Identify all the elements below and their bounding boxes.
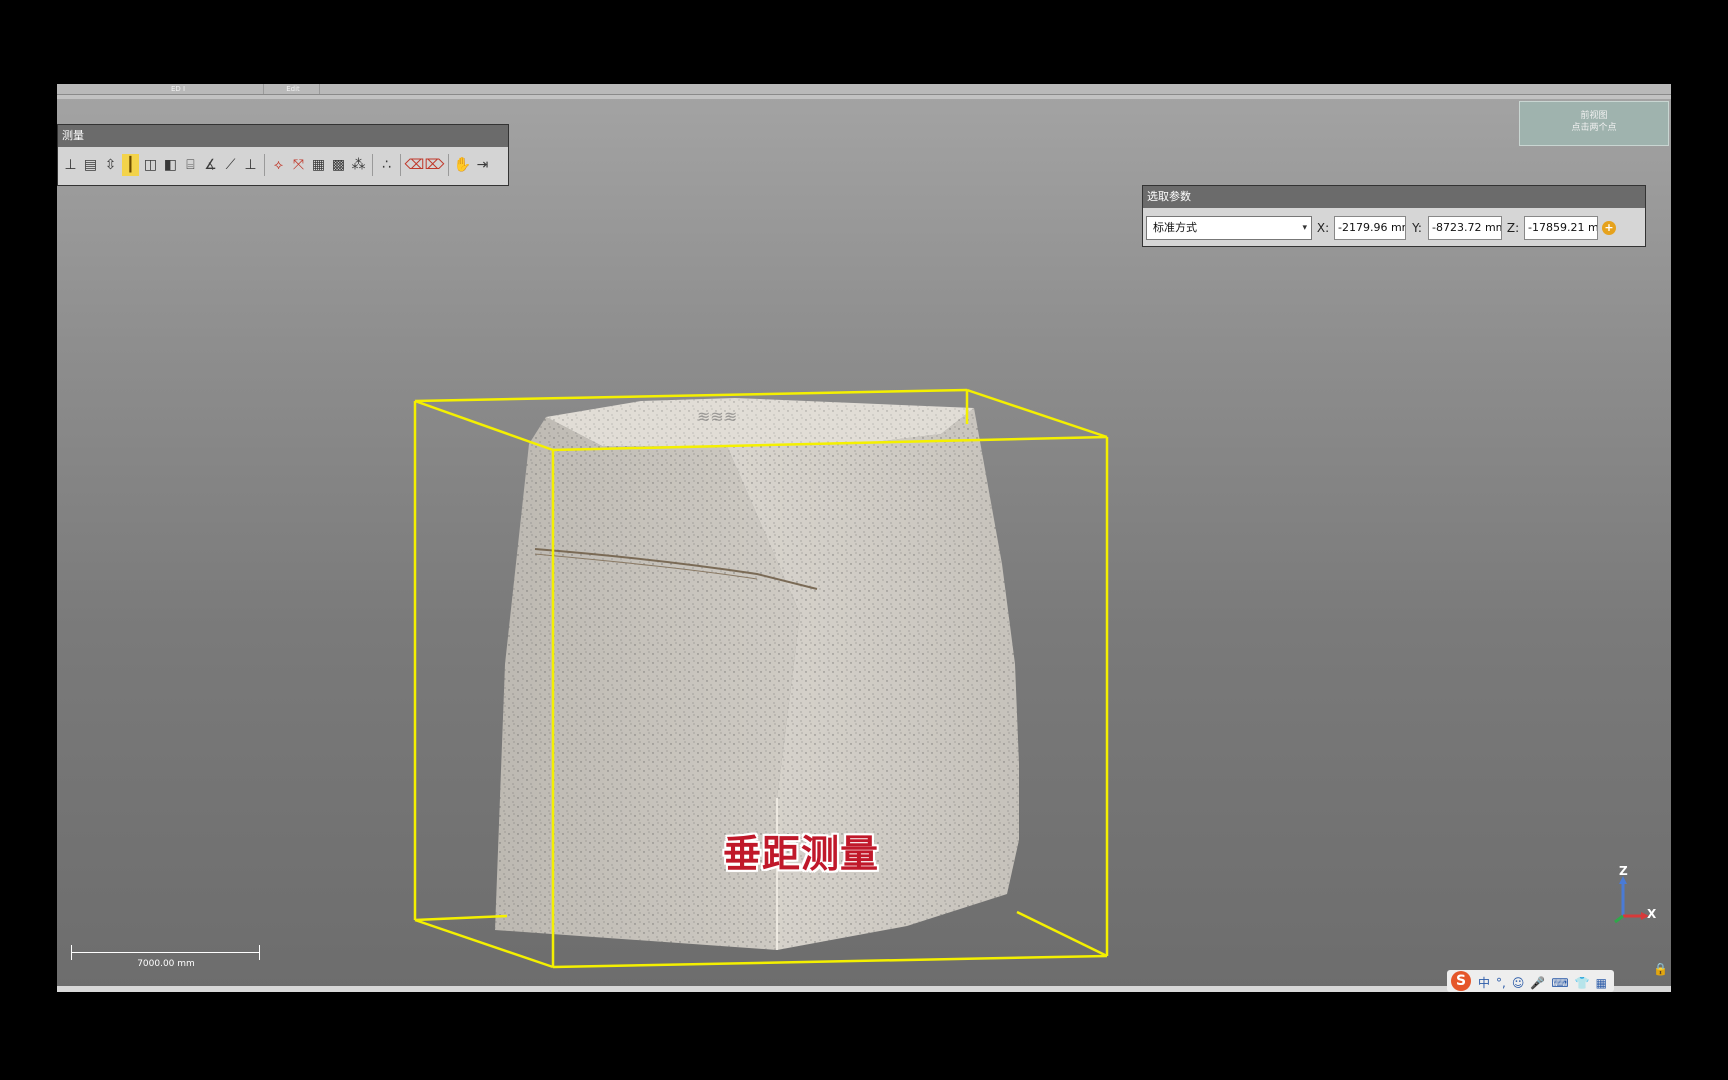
measure-toolbar: 测量 ⊥ ▤ ⇳ ┃ ◫ ◧ ⌸ ∡ ⟋ ⊥ ⟡ ⤧ ▦ ▩ ⁂ ∴ ⌫ ⌦ ✋ ⇥ (57, 124, 509, 186)
scale-bar: 7000.00 mm (71, 942, 261, 972)
view-hint-box[interactable]: 前视图 点击两个点 (1519, 101, 1669, 146)
line-pick-icon[interactable]: ⤧ (290, 154, 307, 176)
ime-item-1[interactable]: °, (1496, 976, 1506, 990)
profile-icon[interactable]: ⌸ (182, 154, 199, 176)
view-hint-line1: 前视图 (1580, 111, 1608, 121)
measure-tool-row: ⊥ ▤ ⇳ ┃ ◫ ◧ ⌸ ∡ ⟋ ⊥ ⟡ ⤧ ▦ ▩ ⁂ ∴ ⌫ ⌦ ✋ ⇥ (62, 150, 494, 180)
vertical-distance-icon[interactable]: ┃ (122, 154, 139, 176)
z-coord-field[interactable]: -17859.21 mm (1524, 216, 1598, 240)
axis-gizmo: Z X (1597, 864, 1657, 924)
pick-mode-value: 标准方式 (1153, 221, 1197, 234)
x-coord-field[interactable]: -2179.96 mm (1334, 216, 1406, 240)
node-edit-icon[interactable]: ⁂ (350, 154, 367, 176)
select-params-panel: 选取参数 标准方式 ▾ X: -2179.96 mm Y: -8723.72 m… (1142, 185, 1646, 247)
video-caption: 垂距测量 (723, 832, 880, 876)
ime-item-4[interactable]: ⌨ (1551, 976, 1568, 990)
slope-icon[interactable]: ⟋ (222, 154, 239, 176)
chevron-down-icon: ▾ (1302, 223, 1307, 233)
z-label: Z: (1506, 221, 1520, 235)
x-label: X: (1316, 221, 1330, 235)
grid-fill-icon[interactable]: ▩ (330, 154, 347, 176)
eraser-icon[interactable]: ⌫ (405, 154, 425, 176)
ime-item-5[interactable]: 👕 (1575, 976, 1590, 990)
toolbar-separator (372, 154, 373, 176)
ime-item-6[interactable]: ▦ (1596, 976, 1607, 990)
area-icon[interactable]: ◫ (142, 154, 159, 176)
ime-item-0[interactable]: 中 (1478, 976, 1490, 990)
axis-x-label: X (1647, 907, 1657, 921)
toolbar-separator (400, 154, 401, 176)
distance-icon[interactable]: ▤ (82, 154, 99, 176)
hand-icon[interactable]: ✋ (454, 154, 471, 176)
volume-icon[interactable]: ◧ (162, 154, 179, 176)
ime-item-2[interactable]: ☺ (1512, 976, 1525, 990)
grid-measure-icon[interactable]: ▦ (310, 154, 327, 176)
point-pick-icon[interactable]: ⟡ (270, 154, 287, 176)
ime-toolbar[interactable]: S 中 °, ☺ 🎤 ⌨ 👕 ▦ (1447, 970, 1614, 992)
angle-icon[interactable]: ∡ (202, 154, 219, 176)
point-measure-icon[interactable]: ⊥ (62, 154, 79, 176)
scatter-icon[interactable]: ∴ (378, 154, 395, 176)
select-params-title: 选取参数 (1143, 186, 1645, 208)
pick-point-button[interactable]: + (1602, 221, 1616, 235)
toolbar-separator (448, 154, 449, 176)
ime-items: 中 °, ☺ 🎤 ⌨ 👕 ▦ (1475, 972, 1610, 991)
scale-bar-label: 7000.00 mm (137, 959, 195, 969)
y-coord-field[interactable]: -8723.72 mm (1428, 216, 1502, 240)
sogou-logo-icon[interactable]: S (1451, 971, 1471, 991)
ime-item-3[interactable]: 🎤 (1530, 976, 1545, 990)
toolbar-separator (264, 154, 265, 176)
height-icon[interactable]: ⇳ (102, 154, 119, 176)
y-label: Y: (1412, 221, 1422, 235)
stone-carving: ≋≋≋ (697, 407, 737, 426)
level-icon[interactable]: ⊥ (242, 154, 259, 176)
lock-icon[interactable]: 🔒 (1653, 962, 1668, 976)
view-hint-line2: 点击两个点 (1571, 123, 1617, 133)
clear-icon[interactable]: ⌦ (425, 154, 445, 176)
measure-toolbar-title: 测量 (58, 125, 508, 147)
pick-mode-select[interactable]: 标准方式 ▾ (1146, 216, 1312, 240)
status-strip (57, 986, 1671, 992)
exit-icon[interactable]: ⇥ (474, 154, 491, 176)
